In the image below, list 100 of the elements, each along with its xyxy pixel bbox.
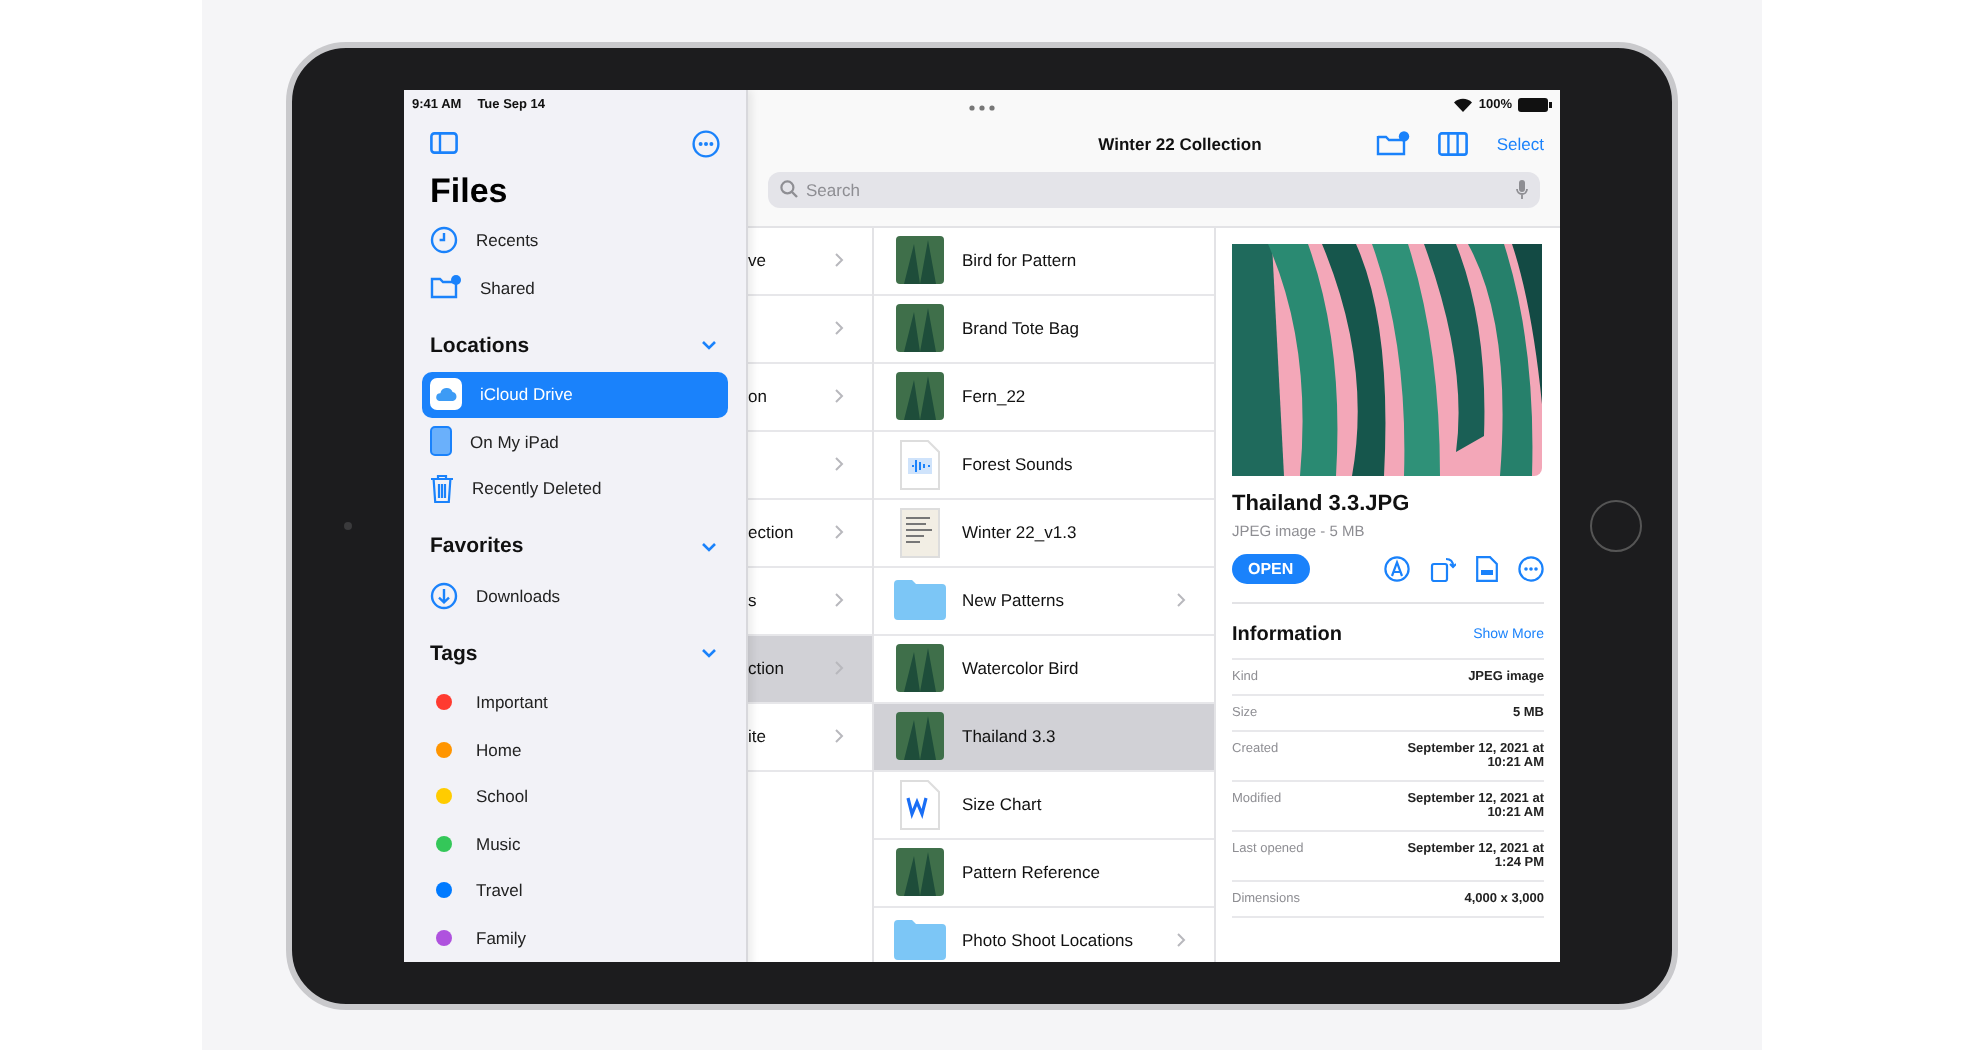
folder-row[interactable]: ction — [748, 635, 872, 703]
chevron-icon[interactable] — [700, 336, 718, 354]
chevron-right-icon — [834, 660, 844, 676]
file-name: Pattern Reference — [962, 862, 1100, 882]
trash-icon — [430, 473, 454, 504]
file-row[interactable]: Forest Sounds — [874, 431, 1214, 499]
folder-row[interactable]: ite — [748, 703, 872, 771]
folder-row[interactable]: on — [748, 363, 872, 431]
chevron-right-icon — [834, 252, 844, 268]
folder-icon — [894, 920, 946, 960]
chevron-right-icon — [1176, 932, 1186, 948]
folder-name: ve — [748, 250, 766, 270]
image-thumbnail — [896, 712, 944, 760]
folder-row[interactable]: ve — [748, 227, 872, 295]
chevron-icon[interactable] — [700, 537, 718, 555]
markup-icon[interactable] — [1384, 555, 1410, 581]
new-folder-icon[interactable] — [1376, 130, 1411, 156]
section-header: Tags — [430, 641, 478, 665]
image-thumbnail — [896, 304, 944, 352]
file-title: Thailand 3.3.JPG — [1232, 491, 1412, 515]
folder-name: ite — [748, 726, 766, 746]
file-name: Winter 22_v1.3 — [962, 522, 1077, 542]
file-name: Thailand 3.3 — [962, 726, 1056, 746]
image-thumbnail — [896, 848, 944, 896]
file-name: Size Chart — [962, 794, 1042, 814]
chevron-right-icon — [834, 456, 844, 472]
file-name: Bird for Pattern — [962, 250, 1077, 270]
chevron-right-icon — [1176, 592, 1186, 608]
chevron-right-icon — [834, 728, 844, 744]
battery-icon — [1518, 98, 1552, 112]
folder-row[interactable]: ection — [748, 499, 872, 567]
folder-name: ction — [748, 658, 784, 678]
file-row[interactable]: Size Chart — [874, 771, 1214, 839]
home-button[interactable] — [1590, 499, 1642, 551]
image-thumbnail — [896, 236, 944, 284]
file-row[interactable]: Bird for Pattern — [874, 227, 1214, 295]
search-icon — [780, 180, 798, 198]
file-row[interactable]: New Patterns — [874, 567, 1214, 635]
folder-name: ection — [748, 522, 794, 542]
sidebar-item[interactable]: Recents — [422, 217, 728, 264]
folder-icon — [894, 580, 946, 620]
word-document-icon — [900, 779, 940, 829]
app-title: Files — [430, 169, 510, 213]
pdf-document-icon[interactable] — [1476, 555, 1498, 581]
sidebar-toggle-icon[interactable] — [430, 132, 458, 154]
file-row[interactable]: Winter 22_v1.3 — [874, 499, 1214, 567]
sidebar-item[interactable]: Important — [422, 679, 728, 726]
more-icon[interactable] — [692, 129, 720, 157]
select-button[interactable]: Select — [1496, 133, 1544, 153]
cloud-icon — [430, 378, 462, 411]
search-bar[interactable]: Search — [768, 171, 1540, 207]
file-row[interactable]: Fern_22 — [874, 363, 1214, 431]
folder-name: s — [748, 590, 757, 610]
sidebar-item[interactable]: iCloud Drive — [422, 371, 728, 418]
folder-name: on — [748, 386, 767, 406]
sidebar-item[interactable]: On My iPad — [422, 418, 728, 465]
file-name: Fern_22 — [962, 386, 1026, 406]
sidebar-item[interactable]: Downloads — [422, 572, 728, 619]
sidebar-item[interactable]: School — [422, 773, 728, 820]
shared-folder-icon — [430, 274, 462, 301]
section-header: Favorites — [430, 534, 524, 558]
file-name: Watercolor Bird — [962, 658, 1079, 678]
multitasking-dots-icon[interactable] — [968, 103, 996, 111]
open-button[interactable]: OPEN — [1232, 553, 1310, 583]
chevron-icon[interactable] — [700, 644, 718, 662]
search-field[interactable]: Search — [806, 179, 1508, 199]
file-row[interactable]: Watercolor Bird — [874, 635, 1214, 703]
download-icon — [430, 581, 458, 610]
sidebar-item[interactable]: Shared — [422, 264, 728, 311]
information-heading: Information — [1232, 623, 1342, 645]
columns-view-icon[interactable] — [1438, 131, 1469, 155]
chevron-right-icon — [834, 592, 844, 608]
file-row[interactable]: Photo Shoot Locations — [874, 907, 1214, 961]
sidebar-item[interactable]: Travel — [422, 867, 728, 914]
wifi-icon — [1454, 98, 1473, 112]
section-header: Locations — [430, 333, 530, 357]
file-row[interactable]: Thailand 3.3 — [874, 703, 1214, 771]
image-thumbnail — [896, 372, 944, 420]
sidebar-item[interactable]: Music — [422, 820, 728, 867]
file-name: Brand Tote Bag — [962, 318, 1079, 338]
sidebar-item[interactable]: Home — [422, 726, 728, 773]
sidebar-item[interactable]: Family — [422, 914, 728, 961]
file-row[interactable]: Pattern Reference — [874, 839, 1214, 907]
file-name: Photo Shoot Locations — [962, 930, 1134, 950]
file-row[interactable]: Brand Tote Bag — [874, 295, 1214, 363]
more-icon[interactable] — [1518, 555, 1544, 581]
tablet-icon — [430, 426, 452, 457]
clock-icon — [430, 226, 458, 255]
folder-title: Winter 22 Collection — [1098, 133, 1262, 153]
sidebar-item[interactable]: Recently Deleted — [422, 465, 728, 512]
rotate-icon[interactable] — [1430, 555, 1456, 581]
chevron-right-icon — [834, 320, 844, 336]
file-name: Forest Sounds — [962, 454, 1073, 474]
chevron-right-icon — [834, 388, 844, 404]
document-thumbnail — [900, 507, 940, 557]
chevron-right-icon — [834, 524, 844, 540]
image-thumbnail — [896, 644, 944, 692]
file-name: New Patterns — [962, 590, 1065, 610]
microphone-icon[interactable] — [1516, 179, 1528, 199]
audio-file-icon — [900, 439, 940, 489]
